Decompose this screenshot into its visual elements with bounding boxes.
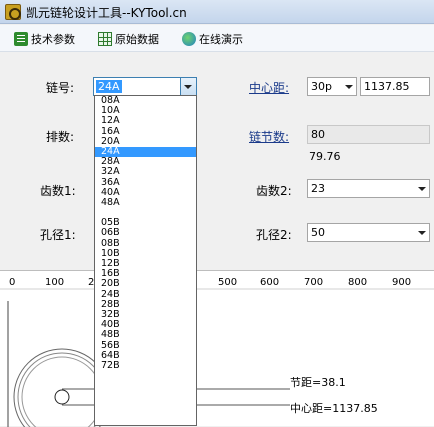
rows-label: 排数: <box>46 130 75 144</box>
teeth2-value: 23 <box>311 182 325 195</box>
teeth2-label: 齿数2: <box>256 184 292 198</box>
title-bar: 凯元链轮设计工具--KYTool.cn <box>0 0 434 24</box>
chevron-down-icon <box>418 231 426 235</box>
chevron-down-icon <box>184 85 192 89</box>
chain-links-field: 80 <box>307 125 430 144</box>
bore1-label: 孔径1: <box>40 228 76 242</box>
bore2-select[interactable]: 50 <box>307 223 430 242</box>
center-distance-unit-value: 30p <box>311 80 332 93</box>
center-distance-value: 1137.85 <box>364 80 410 93</box>
chain-links-link[interactable]: 链节数: <box>249 128 289 145</box>
raw-data-label: 原始数据 <box>115 33 159 46</box>
chain-no-select[interactable]: 24A <box>93 77 197 96</box>
online-demo-button[interactable]: 在线演示 <box>182 30 243 48</box>
table-icon <box>98 32 112 46</box>
center-distance-input[interactable]: 1137.85 <box>360 77 430 96</box>
chevron-down-icon <box>345 85 353 89</box>
pitch-annotation: 节距=38.1 <box>290 376 346 389</box>
chain-no-dropdown-list[interactable]: 08A 10A 12A 16A 20A 24A 28A 32A 36A 40A 48A 05B 06B 0… <box>94 95 197 426</box>
tech-params-label: 技术参数 <box>31 33 75 46</box>
toolbar: 技术参数 原始数据 在线演示 <box>0 25 434 52</box>
drawing-canvas[interactable]: 0 100 2 500 600 700 800 900 节距=38.1 中心距=… <box>0 270 434 427</box>
tech-params-button[interactable]: 技术参数 <box>14 30 75 48</box>
window-title: 凯元链轮设计工具--KYTool.cn <box>26 6 187 20</box>
center-distance-link[interactable]: 中心距: <box>249 79 289 96</box>
bore2-label: 孔径2: <box>256 228 292 242</box>
bore2-value: 50 <box>311 226 325 239</box>
chevron-down-icon <box>418 187 426 191</box>
chain-links-value: 80 <box>311 128 325 141</box>
online-demo-label: 在线演示 <box>199 33 243 46</box>
chain-no-label: 链号: <box>46 81 75 95</box>
chain-no-value: 24A <box>96 80 122 93</box>
center-distance-unit-select[interactable]: 30p <box>307 77 357 96</box>
dropdown-option[interactable]: 48A <box>95 197 196 208</box>
app-logo-icon <box>5 4 21 20</box>
dropdown-option[interactable]: 72B <box>95 360 196 371</box>
chain-no-dropdown-button[interactable] <box>180 78 196 95</box>
book-icon <box>14 32 28 46</box>
teeth1-label: 齿数1: <box>40 184 76 198</box>
globe-icon <box>182 32 196 46</box>
center-distance-annotation: 中心距=1137.85 <box>290 402 378 415</box>
raw-data-button[interactable]: 原始数据 <box>98 30 159 48</box>
dropdown-option[interactable]: 32A <box>95 167 196 177</box>
chain-links-calc: 79.76 <box>309 150 341 163</box>
dropdown-option[interactable]: 48B <box>95 330 196 340</box>
teeth2-select[interactable]: 23 <box>307 179 430 198</box>
